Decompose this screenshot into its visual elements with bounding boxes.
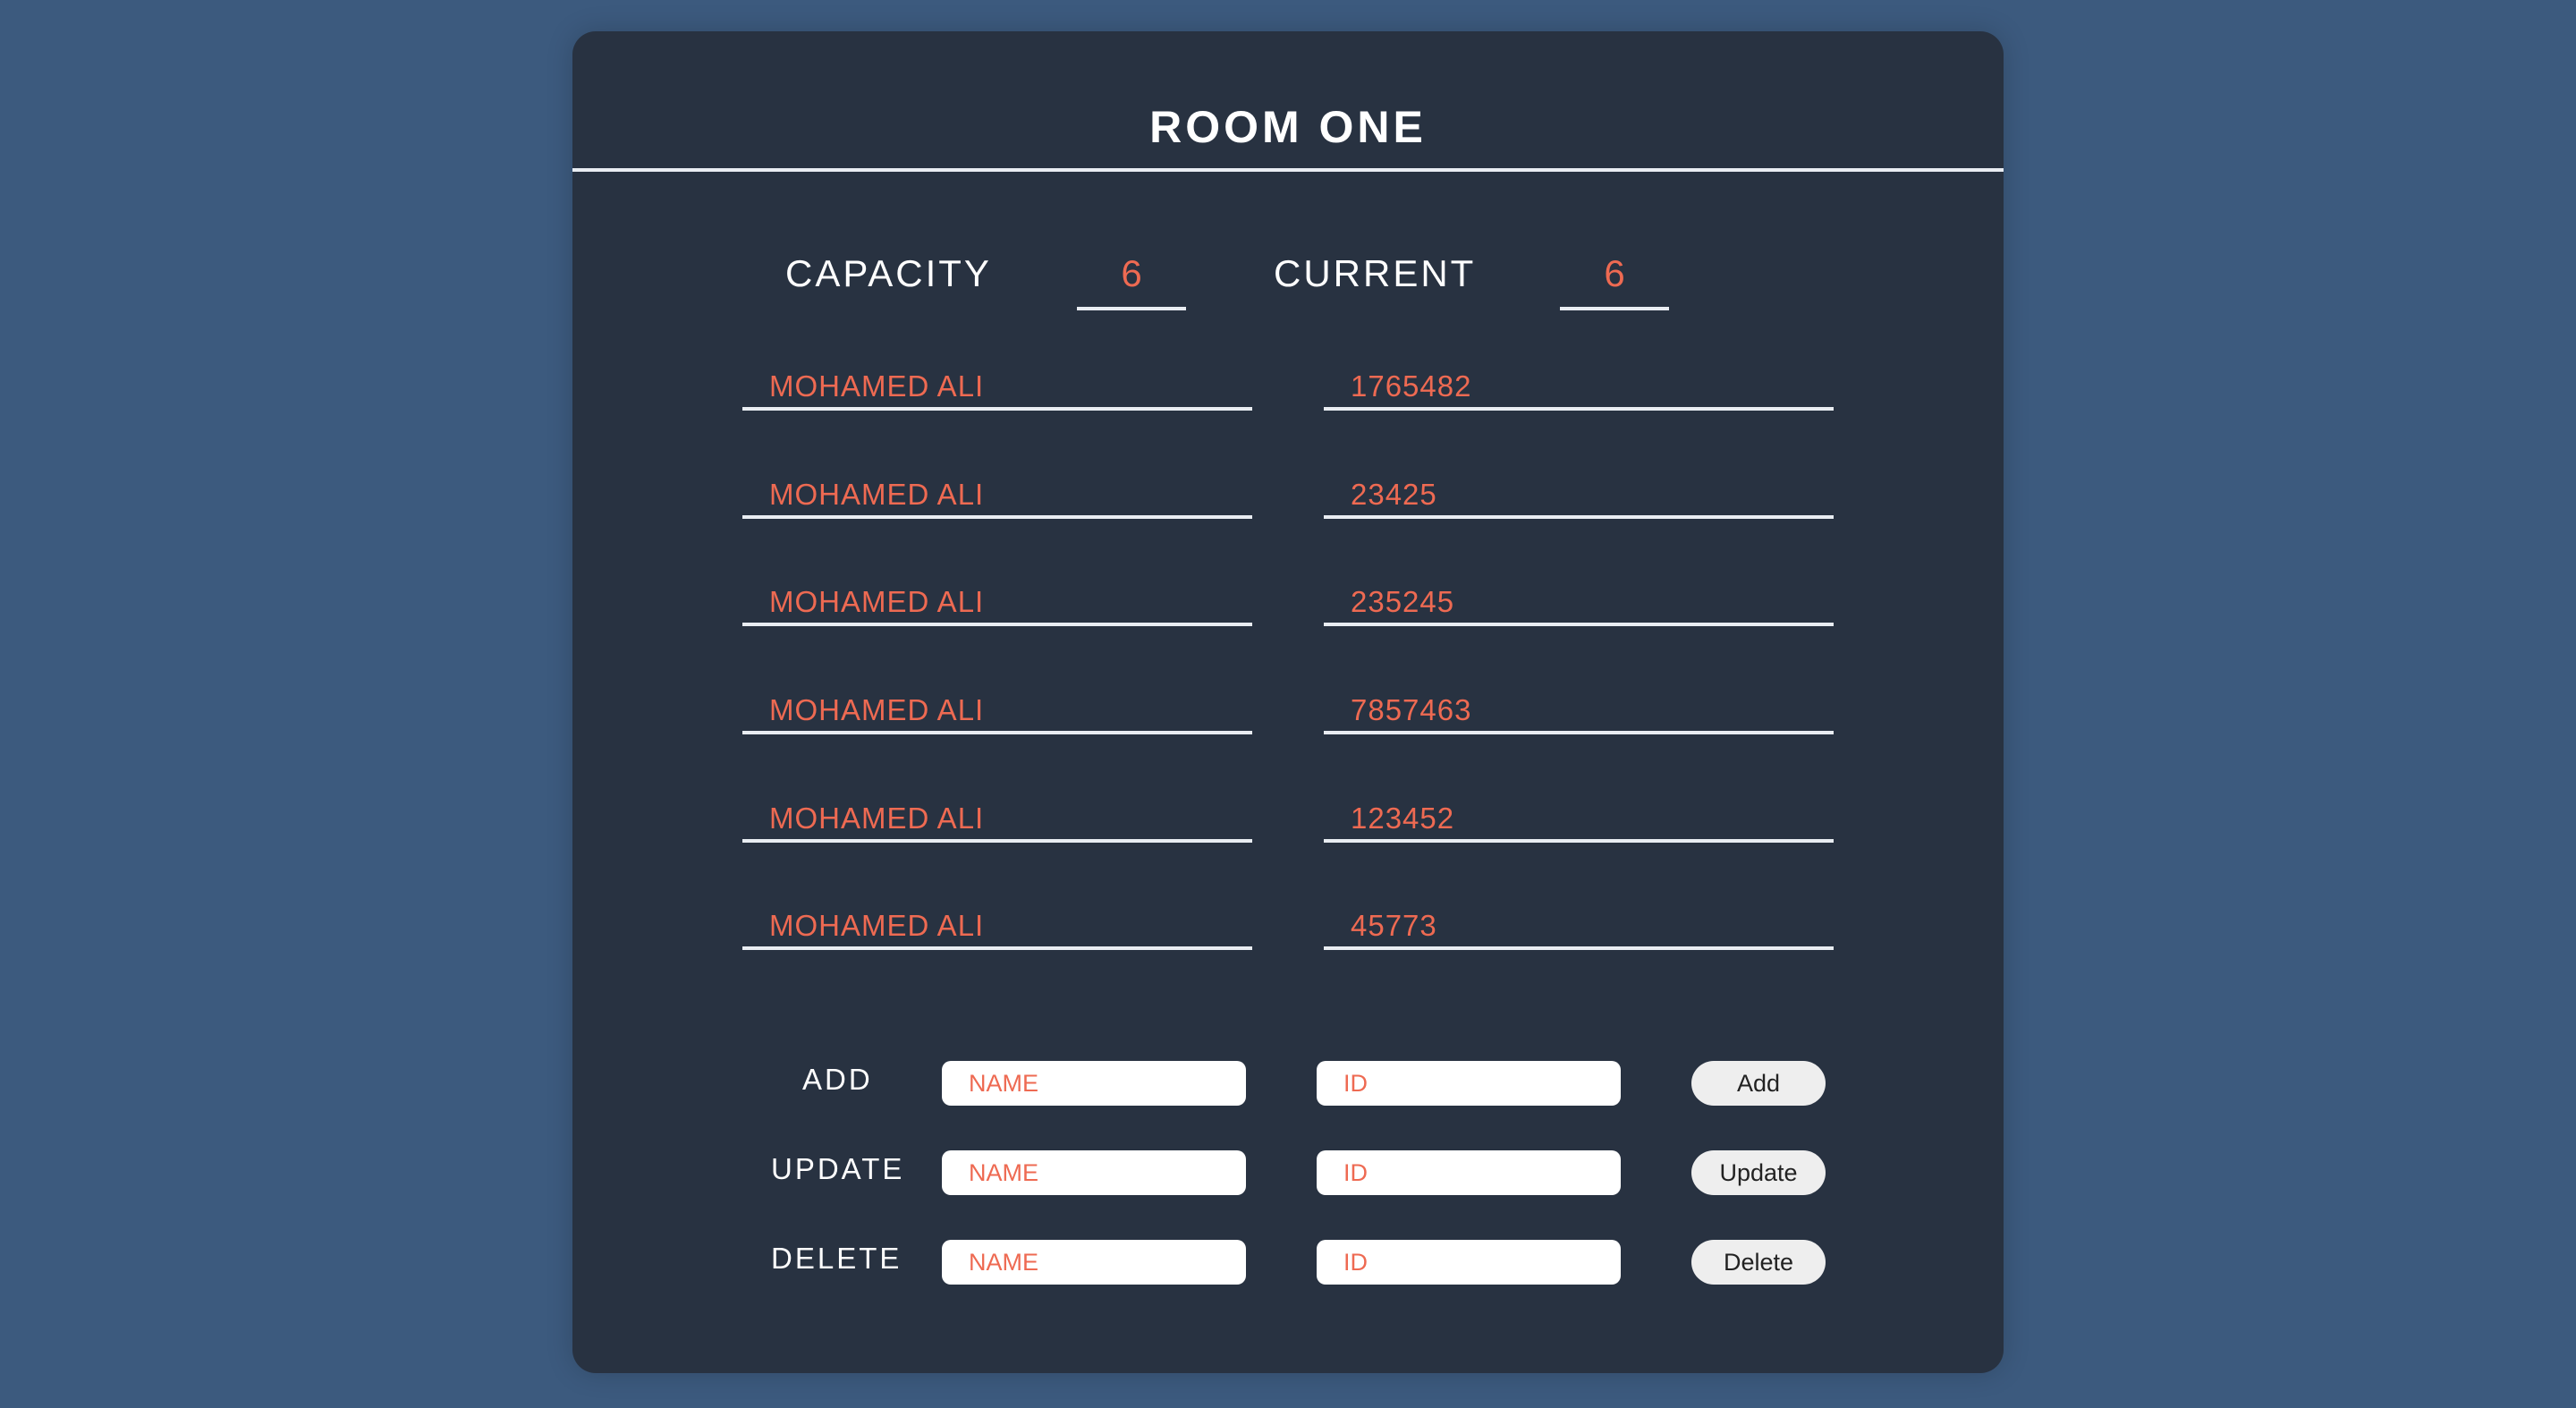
room-title: ROOM ONE: [1149, 102, 1427, 152]
delete-label: DELETE: [771, 1242, 902, 1275]
resident-name-field[interactable]: MOHAMED ALI: [742, 691, 1252, 734]
resident-id-field[interactable]: 45773: [1324, 907, 1834, 950]
capacity-value: 6: [1077, 255, 1186, 310]
title-divider: [572, 168, 2004, 172]
delete-id-input[interactable]: [1317, 1240, 1621, 1285]
current-value: 6: [1560, 255, 1669, 310]
update-name-input[interactable]: [942, 1150, 1246, 1195]
resident-name-field[interactable]: MOHAMED ALI: [742, 368, 1252, 411]
resident-id-field[interactable]: 23425: [1324, 476, 1834, 519]
update-button[interactable]: Update: [1691, 1150, 1826, 1195]
delete-button[interactable]: Delete: [1691, 1240, 1826, 1285]
resident-name-field[interactable]: MOHAMED ALI: [742, 800, 1252, 843]
resident-id-field[interactable]: 235245: [1324, 583, 1834, 626]
resident-id-field[interactable]: 123452: [1324, 800, 1834, 843]
capacity-label: CAPACITY: [785, 252, 992, 294]
delete-name-input[interactable]: [942, 1240, 1246, 1285]
resident-name-field[interactable]: MOHAMED ALI: [742, 476, 1252, 519]
add-button[interactable]: Add: [1691, 1061, 1826, 1106]
resident-name-field[interactable]: MOHAMED ALI: [742, 583, 1252, 626]
resident-id-field[interactable]: 7857463: [1324, 691, 1834, 734]
room-card: ROOM ONE CAPACITY 6 CURRENT 6 MOHAMED AL…: [572, 31, 2004, 1373]
resident-id-field[interactable]: 1765482: [1324, 368, 1834, 411]
resident-name-field[interactable]: MOHAMED ALI: [742, 907, 1252, 950]
add-name-input[interactable]: [942, 1061, 1246, 1106]
update-id-input[interactable]: [1317, 1150, 1621, 1195]
add-label: ADD: [802, 1063, 873, 1096]
add-id-input[interactable]: [1317, 1061, 1621, 1106]
current-label: CURRENT: [1274, 252, 1477, 294]
update-label: UPDATE: [771, 1152, 905, 1185]
